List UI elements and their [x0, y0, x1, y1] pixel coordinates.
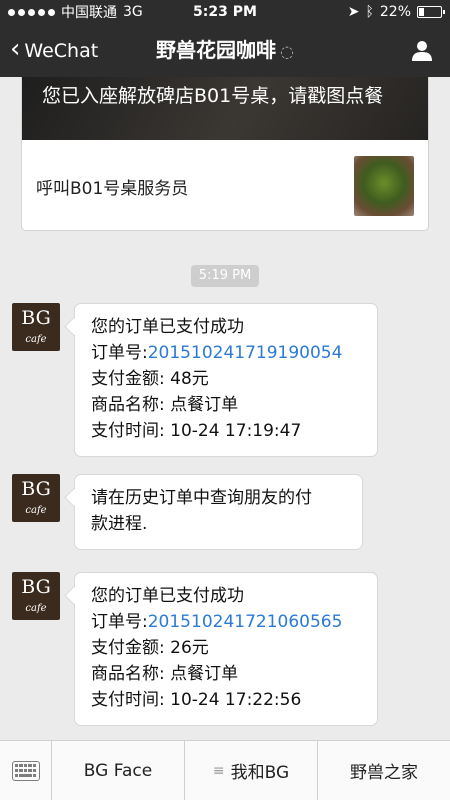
product-text: 商品名称: 点餐订单 [91, 664, 239, 684]
battery-icon [417, 6, 445, 18]
avatar[interactable]: BG cafe [12, 474, 60, 522]
menu-me-and-bg[interactable]: ≡ 我和BG [185, 741, 318, 800]
profile-icon[interactable] [410, 38, 434, 62]
pay-time-text: 支付时间: 10-24 17:22:56 [91, 690, 302, 710]
call-waiter-label: 呼叫B01号桌服务员 [36, 178, 189, 199]
network-label: 3G [123, 4, 143, 20]
signal-icon [8, 8, 55, 16]
submenu-icon: ≡ [212, 762, 225, 779]
order-label: 订单号: [91, 612, 148, 632]
nav-bar: ‹ WeChat 野兽花园咖啡 ◌ [0, 24, 450, 77]
call-waiter-item[interactable]: 呼叫B01号桌服务员 [22, 140, 428, 230]
location-icon: ➤ [347, 4, 360, 20]
order-number-link[interactable]: 201510241719190054 [148, 343, 343, 363]
message-bubble[interactable]: 您的订单已支付成功 订单号:201510241721060565 支付金额: 2… [74, 572, 378, 726]
chat-timestamp: 5:19 PM [191, 265, 259, 287]
top-bar: 中国联通 3G 5:23 PM ➤ ᛒ 22% ‹ WeChat 野兽花园咖啡 ◌ [0, 0, 450, 77]
pay-time-text: 支付时间: 10-24 17:19:47 [91, 421, 302, 441]
mute-ear-icon: ◌ [280, 41, 294, 61]
keyboard-icon [11, 761, 40, 781]
menu-label: BG Face [83, 760, 153, 781]
avatar-logo-top: BG [21, 576, 51, 598]
message: BG cafe 您的订单已支付成功 订单号:201510241719190054… [12, 303, 378, 457]
dish-thumbnail [354, 156, 414, 216]
menu-bg-face[interactable]: BG Face [52, 741, 185, 800]
menu-label: 我和BG [230, 763, 290, 783]
product-text: 商品名称: 点餐订单 [91, 395, 239, 415]
order-number-link[interactable]: 201510241721060565 [148, 612, 343, 632]
message: BG cafe 请在历史订单中查询朋友的付 款进程. [12, 474, 363, 550]
card-cover[interactable]: 您已入座解放碑店B01号桌，请戳图点餐 [22, 77, 428, 140]
keyboard-toggle-button[interactable] [0, 741, 52, 800]
cover-text: 您已入座解放碑店B01号桌，请戳图点餐 [42, 85, 384, 107]
status-bar: 中国联通 3G 5:23 PM ➤ ᛒ 22% [0, 0, 450, 24]
message: BG cafe 您的订单已支付成功 订单号:201510241721060565… [12, 572, 378, 726]
avatar-logo-top: BG [21, 478, 51, 500]
bluetooth-icon: ᛒ [365, 4, 374, 20]
avatar-logo-bottom: cafe [25, 505, 47, 516]
message-line: 款进程. [91, 514, 148, 534]
avatar-logo-top: BG [21, 307, 51, 329]
chat-title: 野兽花园咖啡 [156, 37, 277, 62]
order-label: 订单号: [91, 343, 148, 363]
chat-area[interactable]: 您已入座解放碑店B01号桌，请戳图点餐 呼叫B01号桌服务员 5:19 PM B… [0, 77, 450, 740]
avatar[interactable]: BG cafe [12, 572, 60, 620]
battery-percent: 22% [379, 4, 411, 20]
message-title: 您的订单已支付成功 [91, 317, 244, 337]
avatar[interactable]: BG cafe [12, 303, 60, 351]
table-card: 您已入座解放碑店B01号桌，请戳图点餐 呼叫B01号桌服务员 [21, 77, 429, 231]
menu-label: 野兽之家 [350, 763, 418, 783]
message-title: 您的订单已支付成功 [91, 586, 244, 606]
message-bubble[interactable]: 请在历史订单中查询朋友的付 款进程. [74, 474, 363, 550]
carrier-label: 中国联通 [61, 5, 117, 21]
amount-text: 支付金额: 26元 [91, 638, 209, 658]
message-line: 请在历史订单中查询朋友的付 [91, 488, 312, 508]
avatar-logo-bottom: cafe [25, 603, 47, 614]
bottom-menu: BG Face ≡ 我和BG 野兽之家 [0, 740, 450, 800]
avatar-logo-bottom: cafe [25, 334, 47, 345]
message-bubble[interactable]: 您的订单已支付成功 订单号:201510241719190054 支付金额: 4… [74, 303, 378, 457]
menu-beast-home[interactable]: 野兽之家 [318, 741, 450, 800]
amount-text: 支付金额: 48元 [91, 369, 209, 389]
